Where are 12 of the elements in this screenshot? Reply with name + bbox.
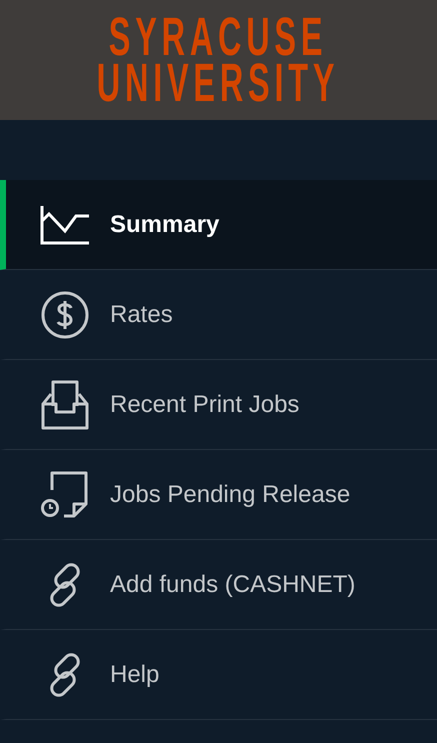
logo-text: SYRACUSE xyxy=(109,14,328,60)
nav-item[interactable]: Help xyxy=(0,630,437,720)
nav-item[interactable]: Rates xyxy=(0,270,437,360)
nav-item[interactable]: Add funds (CASHNET) xyxy=(0,540,437,630)
logo-text: UNIVERSITY xyxy=(97,60,340,106)
document-clock-icon xyxy=(40,470,90,520)
nav-item[interactable]: Recent Print Jobs xyxy=(0,360,437,450)
nav-item[interactable]: Jobs Pending Release xyxy=(0,450,437,540)
dollar-icon xyxy=(40,290,90,340)
nav-item[interactable]: Summary xyxy=(0,180,437,270)
line-chart-icon xyxy=(40,204,90,244)
inbox-tray-icon xyxy=(40,380,90,430)
